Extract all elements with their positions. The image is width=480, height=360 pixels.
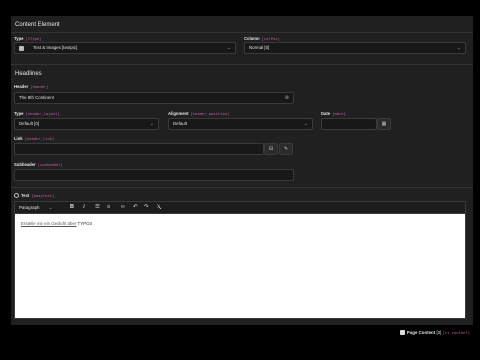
undo-button[interactable]: ↶ bbox=[133, 203, 138, 212]
header-layout-select[interactable]: Default [0] ⌄ bbox=[14, 118, 159, 130]
section-divider bbox=[11, 187, 473, 188]
rte-toolbar: Paragraph ⌄ B I ☰ ≡ ∞ ↶ ↷ Ⲭ bbox=[14, 201, 466, 213]
date-label: Date [date] bbox=[321, 111, 346, 116]
paragraph-select-value: Paragraph bbox=[19, 205, 40, 210]
link-button[interactable]: ∞ bbox=[121, 203, 125, 212]
remove-format-icon: Ⲭ bbox=[157, 204, 161, 210]
link-input[interactable] bbox=[14, 143, 264, 155]
help-icon[interactable] bbox=[14, 193, 19, 198]
header-layout-value: Default [0] bbox=[19, 121, 40, 126]
chevron-down-icon: ⌄ bbox=[226, 45, 231, 51]
column-label: Column [colPos] bbox=[244, 36, 280, 41]
link-code: [header_link] bbox=[24, 136, 55, 141]
alignment-label: Alignment [header_position] bbox=[168, 111, 229, 116]
ctype-value: Text & Images [textpic] bbox=[33, 45, 78, 50]
undo-icon: ↶ bbox=[133, 204, 138, 210]
type-label: Type [CType] bbox=[14, 36, 41, 41]
chevron-down-icon: ⌄ bbox=[303, 121, 308, 127]
calendar-icon: ▦ bbox=[381, 121, 387, 127]
remove-format-button[interactable]: Ⲭ bbox=[157, 203, 161, 212]
paragraph-select[interactable]: Paragraph ⌄ bbox=[19, 203, 52, 212]
calendar-button[interactable]: ▦ bbox=[377, 118, 391, 130]
subheader-input[interactable] bbox=[14, 169, 294, 181]
header-label-text: Header bbox=[14, 84, 29, 89]
clear-icon[interactable]: ⊗ bbox=[285, 93, 289, 103]
ctype-select[interactable]: Text & Images [textpic] ⌄ bbox=[14, 42, 236, 54]
bold-button[interactable]: B bbox=[70, 203, 74, 212]
alignment-code: [header_position] bbox=[190, 111, 230, 116]
chevron-down-icon: ⌄ bbox=[149, 121, 154, 127]
header-code: [header] bbox=[30, 84, 49, 89]
bulleted-list-icon: ☰ bbox=[95, 204, 100, 210]
type-label-text: Type bbox=[14, 36, 24, 41]
pencil-icon: ✎ bbox=[283, 146, 289, 152]
content-element-title: Content Element bbox=[15, 22, 60, 28]
column-label-text: Column bbox=[244, 36, 260, 41]
subheader-label: Subheader [subheader] bbox=[14, 162, 63, 167]
link-browse-icon: ⊟ bbox=[268, 146, 274, 152]
text-label: Text [bodytext] bbox=[14, 193, 54, 198]
footer-count: [3] bbox=[436, 330, 442, 335]
section-divider bbox=[11, 64, 473, 65]
editor-text-rest: TYPO3 bbox=[76, 221, 92, 226]
page-content-icon bbox=[399, 330, 405, 335]
date-label-text: Date bbox=[321, 111, 331, 116]
header-value: The 8th Continent bbox=[19, 95, 54, 100]
numbered-list-icon: ≡ bbox=[107, 204, 111, 210]
header-type-label-text: Type bbox=[14, 111, 24, 116]
section-divider bbox=[11, 32, 473, 33]
subheader-label-text: Subheader bbox=[14, 162, 36, 167]
chevron-down-icon: ⌄ bbox=[456, 45, 461, 51]
headlines-title: Headlines bbox=[15, 71, 42, 77]
header-position-select[interactable]: Default ⌄ bbox=[168, 118, 313, 130]
column-code: [colPos] bbox=[261, 36, 280, 41]
chevron-down-icon: ⌄ bbox=[48, 205, 53, 210]
footer-label: Page Content bbox=[406, 330, 436, 335]
header-input[interactable]: The 8th Continent ⊗ bbox=[14, 92, 294, 104]
footer-code: [tt_content] bbox=[442, 330, 470, 335]
subheader-code: [subheader] bbox=[37, 162, 63, 167]
header-position-value: Default bbox=[173, 121, 187, 126]
date-input[interactable] bbox=[321, 118, 377, 130]
editor-content[interactable]: Erstelle mir ein Gedicht über TYPO3 bbox=[21, 221, 92, 226]
header-label: Header [header] bbox=[14, 84, 49, 89]
type-code: [CType] bbox=[25, 36, 42, 41]
header-layout-code: [header_layout] bbox=[25, 111, 60, 116]
numbered-list-button[interactable]: ≡ bbox=[107, 203, 110, 212]
colpos-value: Normal [0] bbox=[249, 45, 270, 50]
redo-button[interactable]: ↷ bbox=[144, 203, 149, 212]
alignment-label-text: Alignment bbox=[168, 111, 189, 116]
header-type-label: Type [header_layout] bbox=[14, 111, 60, 116]
text-label-text: Text bbox=[21, 193, 30, 198]
date-code: [date] bbox=[332, 111, 346, 116]
link-browse-button[interactable]: ⊟ bbox=[264, 143, 278, 155]
italic-button[interactable]: I bbox=[83, 203, 85, 212]
editor-text-underlined: Erstelle mir ein Gedicht über bbox=[21, 221, 77, 226]
link-label-text: Link bbox=[14, 136, 23, 141]
bodytext-code: [bodytext] bbox=[31, 193, 55, 198]
redo-icon: ↷ bbox=[144, 204, 149, 210]
page-content-footer: Page Content [3] [tt_content] bbox=[399, 330, 470, 335]
link-icon: ∞ bbox=[121, 204, 125, 210]
colpos-select[interactable]: Normal [0] ⌄ bbox=[244, 42, 466, 54]
link-edit-button[interactable]: ✎ bbox=[279, 143, 293, 155]
link-label: Link [header_link] bbox=[14, 136, 54, 141]
content-type-icon bbox=[19, 46, 24, 51]
bulleted-list-button[interactable]: ☰ bbox=[95, 203, 100, 212]
rte-editor[interactable]: Erstelle mir ein Gedicht über TYPO3 bbox=[14, 213, 466, 319]
